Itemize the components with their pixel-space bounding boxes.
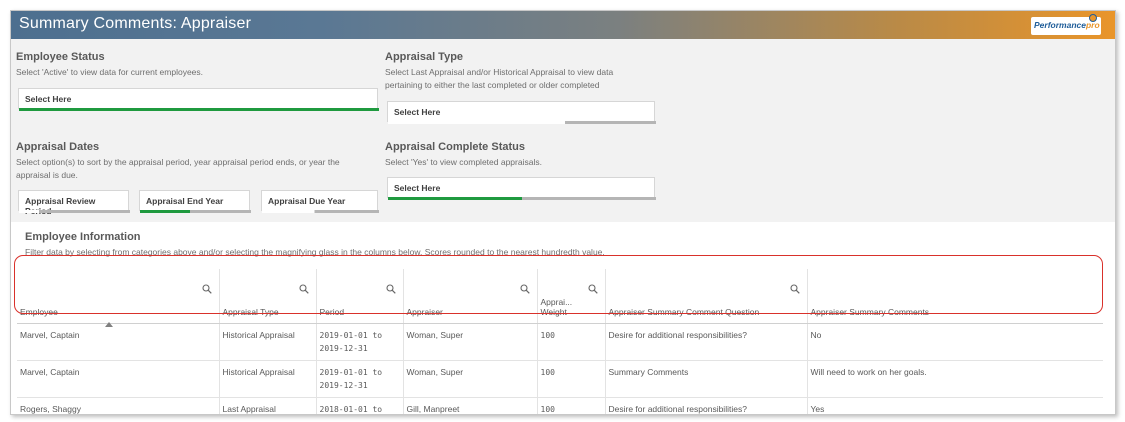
page-title: Summary Comments: Appraiser: [19, 15, 252, 32]
period-start: 2018-01-01 to: [319, 404, 383, 414]
column-header-appraisal-type[interactable]: Appraisal Type: [219, 269, 317, 324]
appraisal-complete-select-label: Select Here: [394, 183, 441, 193]
appraisal-due-year-button[interactable]: Appraisal Due Year: [261, 190, 379, 213]
column-header-appraisal-weight[interactable]: Apprai... Weight: [537, 269, 606, 324]
cell-question: Desire for additional responsibilities?: [605, 323, 808, 361]
appraisal-review-period-label: Appraisal Review Period: [25, 196, 96, 216]
appraisal-complete-description: Select 'Yes' to view completed appraisal…: [385, 157, 542, 167]
cell-period: 2018-01-01 to2018-12-31: [316, 397, 404, 414]
appraisal-complete-select[interactable]: Select Here: [387, 177, 656, 200]
appraisal-review-period-bar: [19, 210, 130, 213]
column-header-label: Appraisal Type: [222, 306, 279, 317]
table-row[interactable]: Marvel, Captain Historical Appraisal 201…: [17, 360, 1103, 398]
cell-comment: Yes: [807, 397, 1103, 414]
cell-appraisal-type: Historical Appraisal: [219, 323, 317, 361]
employee-information-title: Employee Information: [25, 231, 141, 243]
cell-weight: 100: [537, 323, 606, 361]
cell-period: 2019-01-01 to 2019-12-31: [316, 323, 404, 361]
cell-weight: 100: [537, 397, 606, 414]
column-header-employee[interactable]: Employee: [17, 269, 220, 327]
employee-status-selection-bar: [19, 108, 379, 111]
column-header-label: Apprai...: [540, 296, 573, 307]
cell-weight: 100: [537, 360, 606, 398]
appraisal-dates-title: Appraisal Dates: [16, 141, 100, 153]
appraisal-complete-filter: Appraisal Complete Status Select 'Yes' t…: [385, 141, 685, 169]
page-header: Summary Comments: Appraiser Performancep…: [11, 11, 1115, 39]
appraisal-type-title: Appraisal Type: [385, 51, 464, 63]
employee-information-table: Employee Appraisal Type Period Appraiser: [17, 269, 1103, 414]
appraisal-type-select[interactable]: Select Here: [387, 101, 656, 124]
cell-appraisal-type: Last Appraisal: [219, 397, 317, 414]
appraisal-dates-description-1: Select option(s) to sort by the appraisa…: [16, 157, 340, 167]
appraisal-dates-description-2: appraisal is due.: [16, 170, 78, 180]
appraisal-review-period-button[interactable]: Appraisal Review Period: [18, 190, 130, 216]
cell-comment: Will need to work on her goals.: [807, 360, 1103, 398]
appraisal-type-selection-bar: [388, 121, 656, 124]
appraisal-due-year-label: Appraisal Due Year: [268, 196, 346, 206]
cell-appraiser: Gill, Manpreet: [403, 397, 538, 414]
appraisal-due-year-bar: [262, 210, 379, 213]
appraisal-type-description-2: pertaining to either the last completed …: [385, 80, 600, 90]
column-header-summary-comments[interactable]: Appraiser Summary Comments: [807, 269, 1103, 324]
search-icon[interactable]: [298, 284, 309, 294]
employee-information-section: Employee Information Filter data by sele…: [11, 222, 1115, 414]
table-row[interactable]: Marvel, Captain Historical Appraisal 201…: [17, 323, 1103, 361]
period-end: 2019-12-31: [319, 380, 368, 390]
appraisal-complete-title: Appraisal Complete Status: [385, 141, 525, 153]
search-icon[interactable]: [201, 284, 212, 294]
app-window: Summary Comments: Appraiser Performancep…: [10, 10, 1116, 415]
employee-status-select-label: Select Here: [25, 94, 72, 104]
search-icon[interactable]: [587, 284, 598, 294]
column-header-label: Appraiser: [406, 306, 443, 317]
appraisal-type-filter: Appraisal Type Select Last Appraisal and…: [385, 51, 685, 92]
appraisal-end-year-bar: [140, 210, 251, 213]
appraisal-type-description-1: Select Last Appraisal and/or Historical …: [385, 67, 614, 77]
logo-mark-icon: [1089, 14, 1097, 22]
cell-employee: Rogers, Shaggy: [17, 397, 220, 414]
column-header-appraiser[interactable]: Appraiser: [403, 269, 538, 324]
table-row[interactable]: Rogers, Shaggy Last Appraisal 2018-01-01…: [17, 397, 1103, 414]
table-header-row: Employee Appraisal Type Period Appraiser: [17, 269, 1103, 327]
sort-ascending-icon: [105, 321, 113, 327]
column-header-label-2: Weight: [540, 306, 567, 317]
employee-status-select[interactable]: Select Here: [18, 88, 379, 111]
column-header-label: Period: [319, 306, 345, 317]
period-end: 2019-12-31: [319, 343, 368, 353]
logo-text-main: Performance: [1034, 20, 1086, 30]
appraisal-end-year-label: Appraisal End Year: [146, 196, 224, 206]
cell-appraiser: Woman, Super: [403, 323, 538, 361]
search-icon[interactable]: [519, 284, 530, 294]
period-start: 2019-01-01 to: [319, 367, 383, 377]
cell-period: 2019-01-01 to 2019-12-31: [316, 360, 404, 398]
search-icon[interactable]: [385, 284, 396, 294]
column-header-period[interactable]: Period: [316, 269, 404, 324]
column-header-comment-question[interactable]: Appraiser Summary Comment Question: [605, 269, 808, 324]
performancepro-logo: Performancepro: [1031, 14, 1101, 35]
cell-appraisal-type: Historical Appraisal: [219, 360, 317, 398]
cell-employee: Marvel, Captain: [17, 323, 220, 361]
column-header-label: Appraiser Summary Comment Question: [608, 306, 760, 317]
appraisal-end-year-button[interactable]: Appraisal End Year: [139, 190, 251, 213]
search-icon[interactable]: [789, 284, 800, 294]
employee-information-description: Filter data by selecting from categories…: [25, 247, 605, 257]
cell-comment: No: [807, 323, 1103, 361]
appraisal-type-select-label: Select Here: [394, 107, 441, 117]
cell-question: Desire for additional responsibilities?: [605, 397, 808, 414]
employee-status-description: Select 'Active' to view data for current…: [16, 67, 204, 77]
cell-appraiser: Woman, Super: [403, 360, 538, 398]
appraisal-dates-filter: Appraisal Dates Select option(s) to sort…: [16, 141, 376, 182]
cell-employee: Marvel, Captain: [17, 360, 220, 398]
period-start: 2019-01-01 to: [319, 330, 383, 340]
column-header-label: Employee: [20, 306, 58, 317]
filters-panel: Employee Status Select 'Active' to view …: [11, 39, 1115, 222]
cell-question: Summary Comments: [605, 360, 808, 398]
employee-status-title: Employee Status: [16, 51, 105, 63]
appraisal-complete-selection-bar: [388, 197, 656, 200]
column-header-label: Appraiser Summary Comments: [810, 306, 930, 317]
employee-status-filter: Employee Status Select 'Active' to view …: [16, 51, 376, 79]
